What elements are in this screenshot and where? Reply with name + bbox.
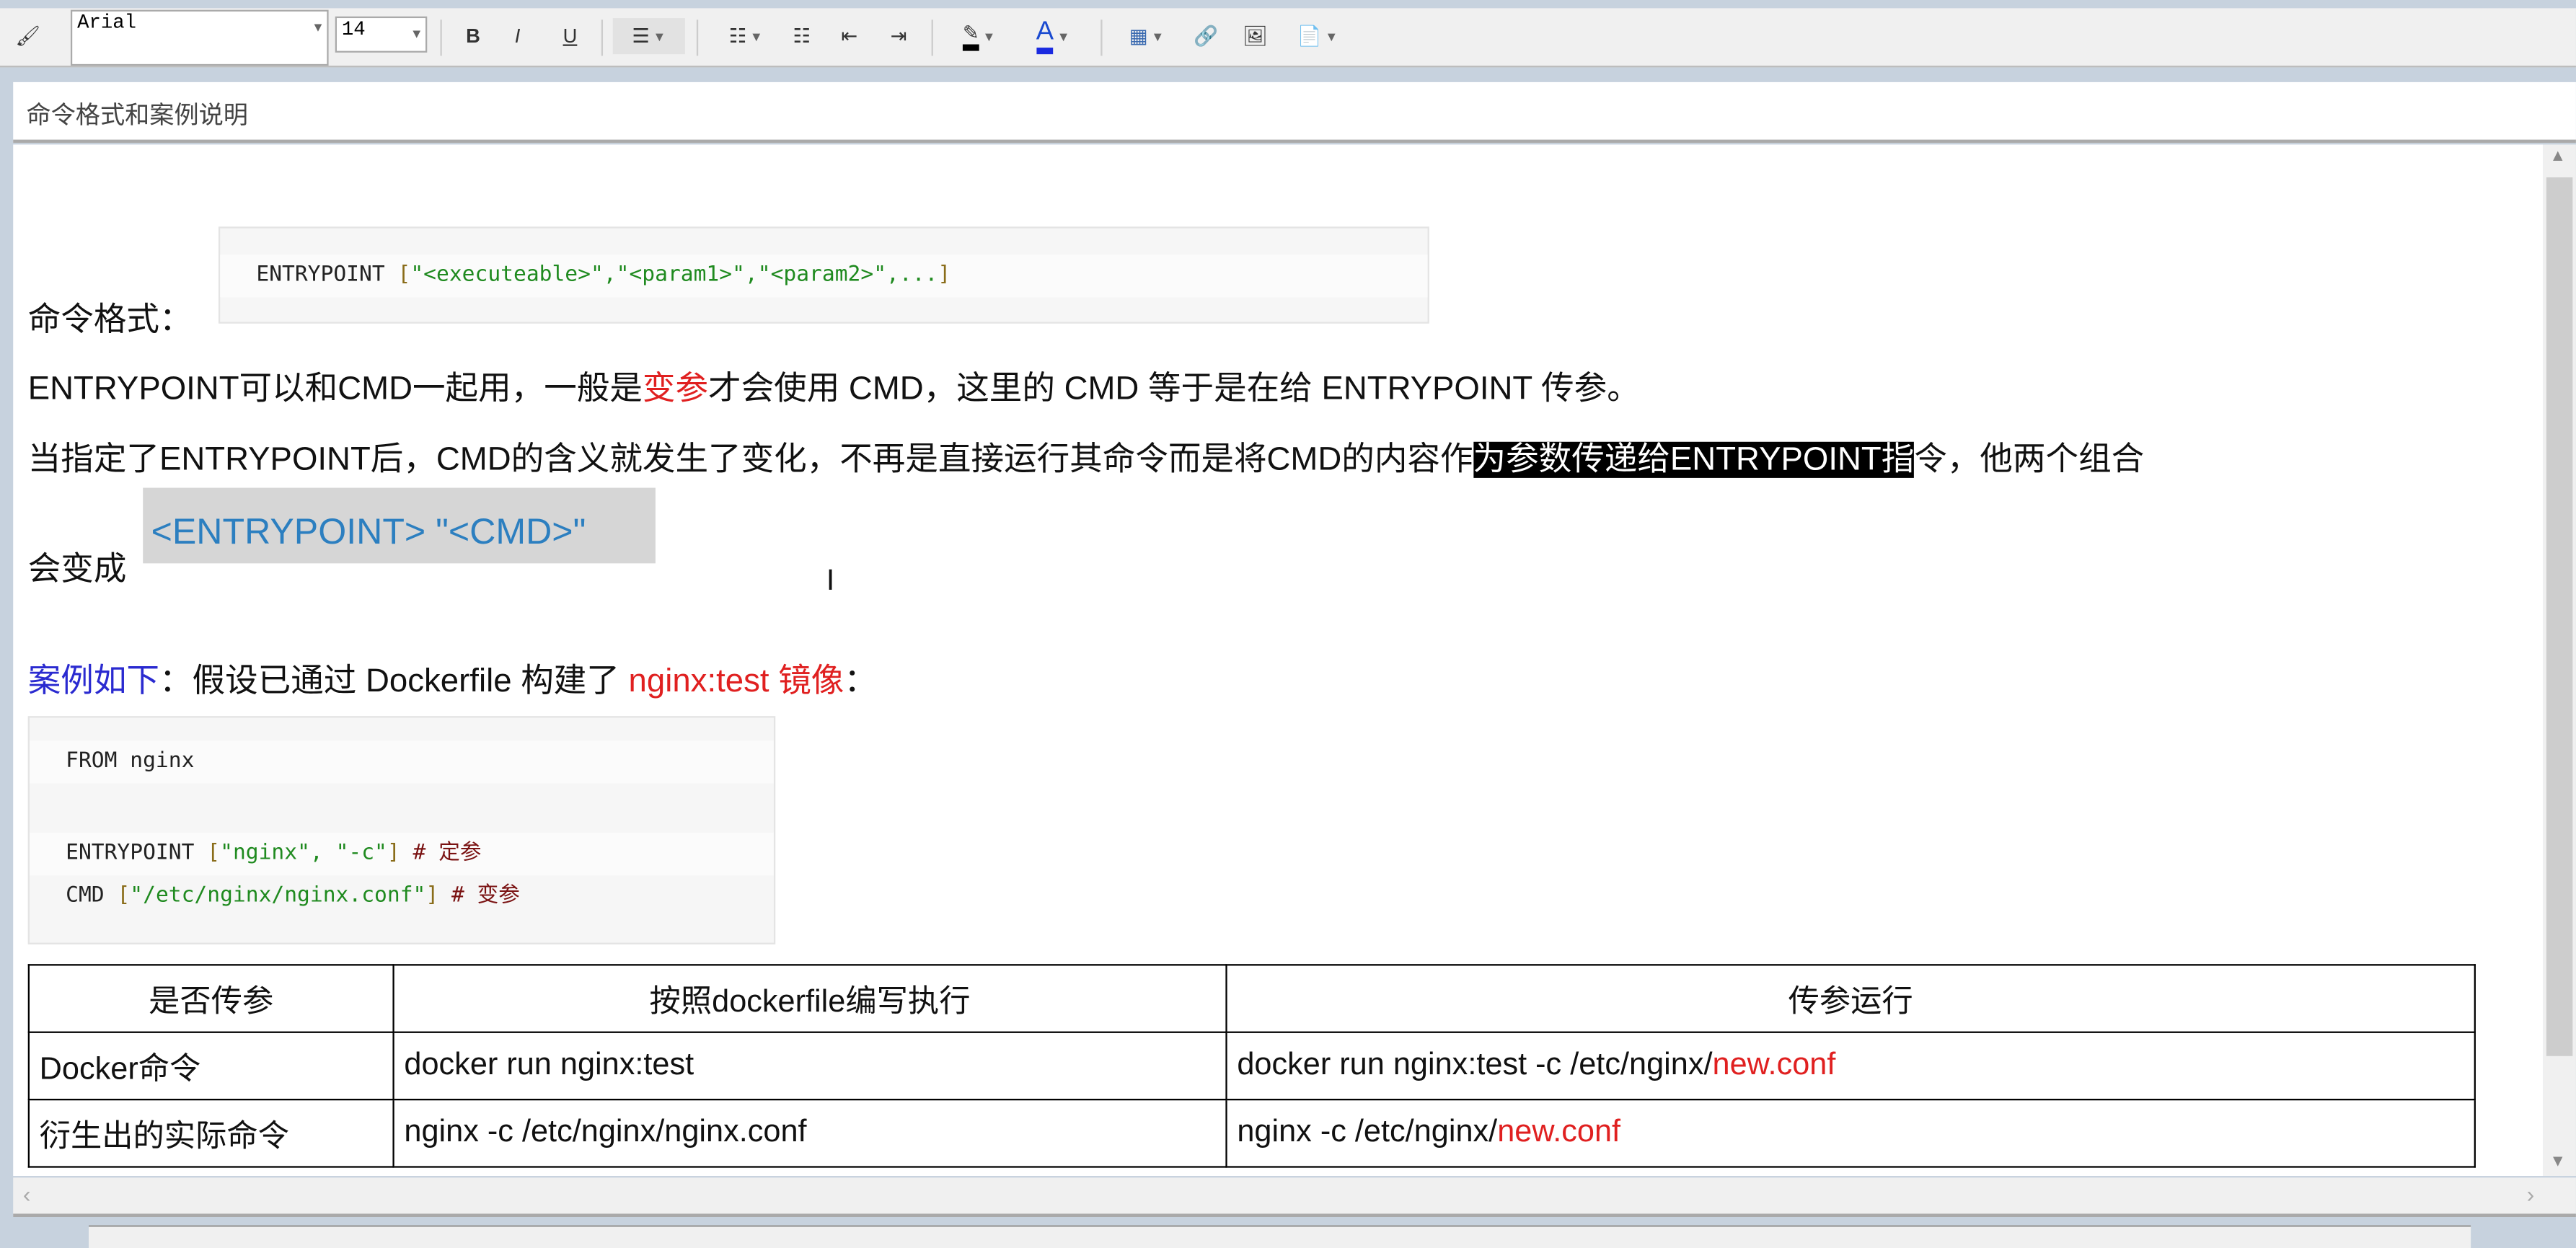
- scroll-right-icon[interactable]: ›: [2527, 1181, 2535, 1207]
- code-line: ENTRYPOINT ["nginx", "-c"] # 定参: [30, 832, 774, 876]
- scroll-up-icon[interactable]: ▲: [2549, 148, 2566, 166]
- combined-command-image: <ENTRYPOINT> "<CMD>": [143, 487, 656, 564]
- comparison-table: 是否传参 按照dockerfile编写执行 传参运行 Docker命令 dock…: [27, 964, 2476, 1168]
- ordered-list-icon: ☷: [728, 25, 747, 48]
- align-button[interactable]: ☰ ▼: [612, 18, 685, 55]
- align-left-icon: ☰: [632, 25, 650, 48]
- font-size-select[interactable]: 14 ▼: [335, 16, 428, 53]
- ordered-list-button[interactable]: ☷ ▼: [716, 18, 775, 54]
- font-family-select[interactable]: Arial ▼: [70, 9, 329, 66]
- paragraph-4: 案例如下：假设已通过 Dockerfile 构建了 nginx:test 镜像：: [27, 663, 877, 700]
- code-block-dockerfile: FROM nginx ENTRYPOINT ["nginx", "-c"] # …: [27, 716, 776, 944]
- table-cell: docker run nginx:test: [392, 1031, 1227, 1101]
- code-block-format: ENTRYPOINT ["<executeable>","<param1>","…: [218, 226, 1429, 324]
- vertical-scroll-thumb[interactable]: [2546, 177, 2573, 1056]
- font-value: Arial: [77, 11, 137, 35]
- scroll-left-icon[interactable]: ‹: [23, 1181, 31, 1207]
- table-header: 传参运行: [1225, 964, 2476, 1033]
- selected-text: 为参数传递给ENTRYPOINT指: [1473, 441, 1915, 478]
- code-args: "<executeable>","<param1>","<param2>",..…: [410, 262, 938, 288]
- text-cursor-icon: I: [826, 563, 835, 596]
- bottom-status-strip: [0, 1218, 2576, 1248]
- indent-icon[interactable]: ⇥: [882, 18, 915, 54]
- table-cell: Docker命令: [27, 1031, 394, 1101]
- table-header: 是否传参: [27, 964, 394, 1033]
- table-header-row: 是否传参 按照dockerfile编写执行 传参运行: [27, 964, 2476, 1033]
- outdent-icon[interactable]: ⇤: [833, 18, 866, 54]
- bold-button[interactable]: B: [456, 18, 490, 54]
- table-header: 按照dockerfile编写执行: [392, 964, 1227, 1033]
- paragraph-3: 会变成: [27, 552, 127, 588]
- highlight-color-button[interactable]: ✎ ▼: [948, 18, 1010, 54]
- editor-toolbar: 🖌 Arial ▼ 14 ▼ B I U ☰ ▼ ☷ ▼ ☷ ⇤ ⇥ ✎ ▼ A ▼ ▦ ▼ …: [0, 8, 2576, 68]
- table-row: Docker命令 docker run nginx:test docker ru…: [27, 1031, 2476, 1101]
- paragraph-1: ENTRYPOINT可以和CMD一起用，一般是变参才会使用 CMD，这里的 CM…: [27, 371, 1640, 407]
- format-painter-icon[interactable]: 🖌: [10, 18, 46, 54]
- table-icon: ▦: [1129, 25, 1148, 48]
- paragraph-2: 当指定了ENTRYPOINT后，CMD的含义就发生了变化，不再是直接运行其命令而…: [27, 441, 2145, 478]
- unordered-list-icon[interactable]: ☷: [785, 18, 819, 54]
- highlighter-icon: ✎: [962, 22, 979, 51]
- table-button[interactable]: ▦ ▼: [1117, 18, 1176, 54]
- link-icon[interactable]: 🔗: [1188, 18, 1224, 54]
- table-cell: 衍生出的实际命令: [27, 1098, 394, 1168]
- table-row: 衍生出的实际命令 nginx -c /etc/nginx/nginx.conf …: [27, 1098, 2476, 1168]
- table-cell: nginx -c /etc/nginx/nginx.conf: [392, 1098, 1227, 1168]
- image-icon[interactable]: 🖼: [1237, 18, 1273, 54]
- font-color-icon: A: [1036, 18, 1054, 55]
- note-title: 命令格式和案例说明: [26, 102, 249, 130]
- underline-button[interactable]: U: [554, 18, 587, 54]
- code-line: FROM nginx: [30, 740, 774, 784]
- template-button[interactable]: 📄 ▼: [1287, 18, 1349, 54]
- code-keyword: ENTRYPOINT: [256, 262, 385, 288]
- table-cell: docker run nginx:test -c /etc/nginx/new.…: [1225, 1031, 2476, 1101]
- table-cell: nginx -c /etc/nginx/new.conf: [1225, 1098, 2476, 1168]
- italic-button[interactable]: I: [501, 18, 534, 54]
- template-icon: 📄: [1297, 25, 1322, 48]
- combo-text: <ENTRYPOINT> "<CMD>": [151, 510, 586, 552]
- scroll-down-icon[interactable]: ▼: [2549, 1153, 2566, 1171]
- code-line: CMD ["/etc/nginx/nginx.conf"] # 变参: [66, 883, 520, 908]
- horizontal-scrollbar[interactable]: [13, 1177, 2576, 1217]
- format-label: 命令格式：: [27, 302, 193, 339]
- font-color-button[interactable]: A ▼: [1022, 18, 1085, 55]
- size-value: 14: [341, 18, 366, 41]
- note-title-field[interactable]: 命令格式和案例说明: [13, 81, 2576, 143]
